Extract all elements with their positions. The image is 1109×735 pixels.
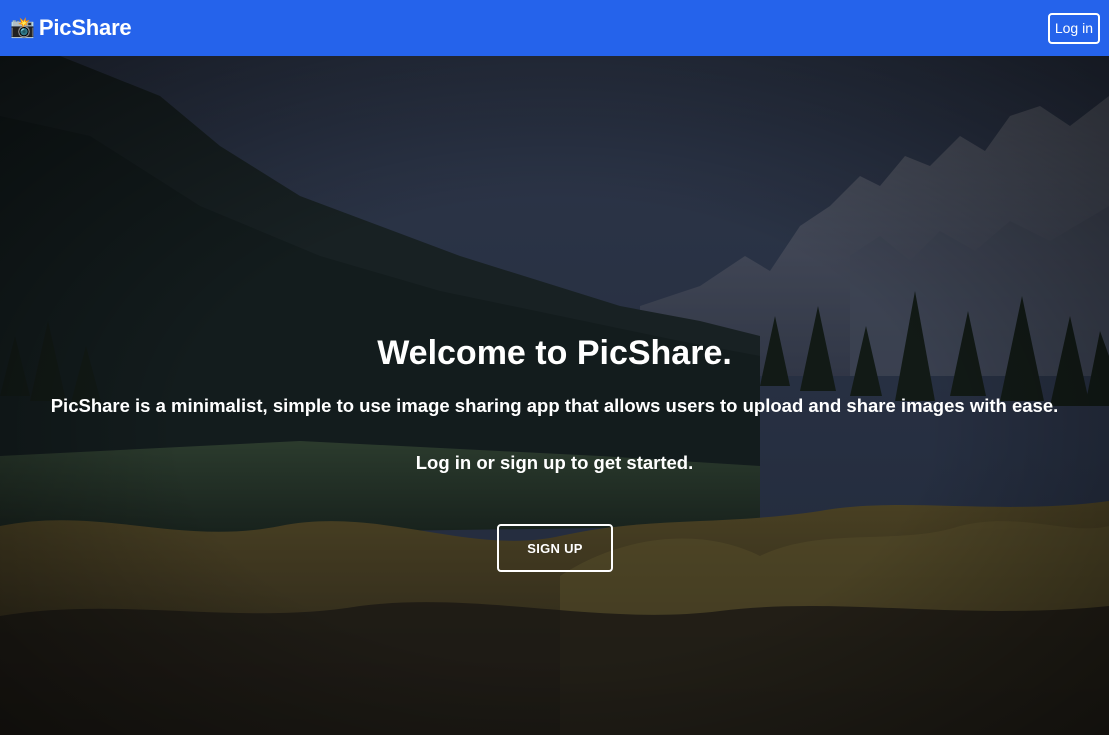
login-button[interactable]: Log in — [1047, 12, 1100, 44]
hero-content: Welcome to PicShare. PicShare is a minim… — [0, 56, 1109, 735]
hero-title: Welcome to PicShare. — [377, 334, 732, 372]
hero-section: Welcome to PicShare. PicShare is a minim… — [0, 56, 1109, 735]
navbar: 📸 PicShare Log in — [0, 0, 1109, 56]
brand-name: PicShare — [38, 15, 132, 40]
camera-flash-icon: 📸 — [10, 17, 35, 39]
hero-description: PicShare is a minimalist, simple to use … — [50, 395, 1059, 416]
brand-logo[interactable]: 📸 PicShare — [10, 15, 132, 41]
signup-button[interactable]: SIGN UP — [497, 524, 613, 572]
hero-cta-text: Log in or sign up to get started. — [415, 452, 694, 473]
